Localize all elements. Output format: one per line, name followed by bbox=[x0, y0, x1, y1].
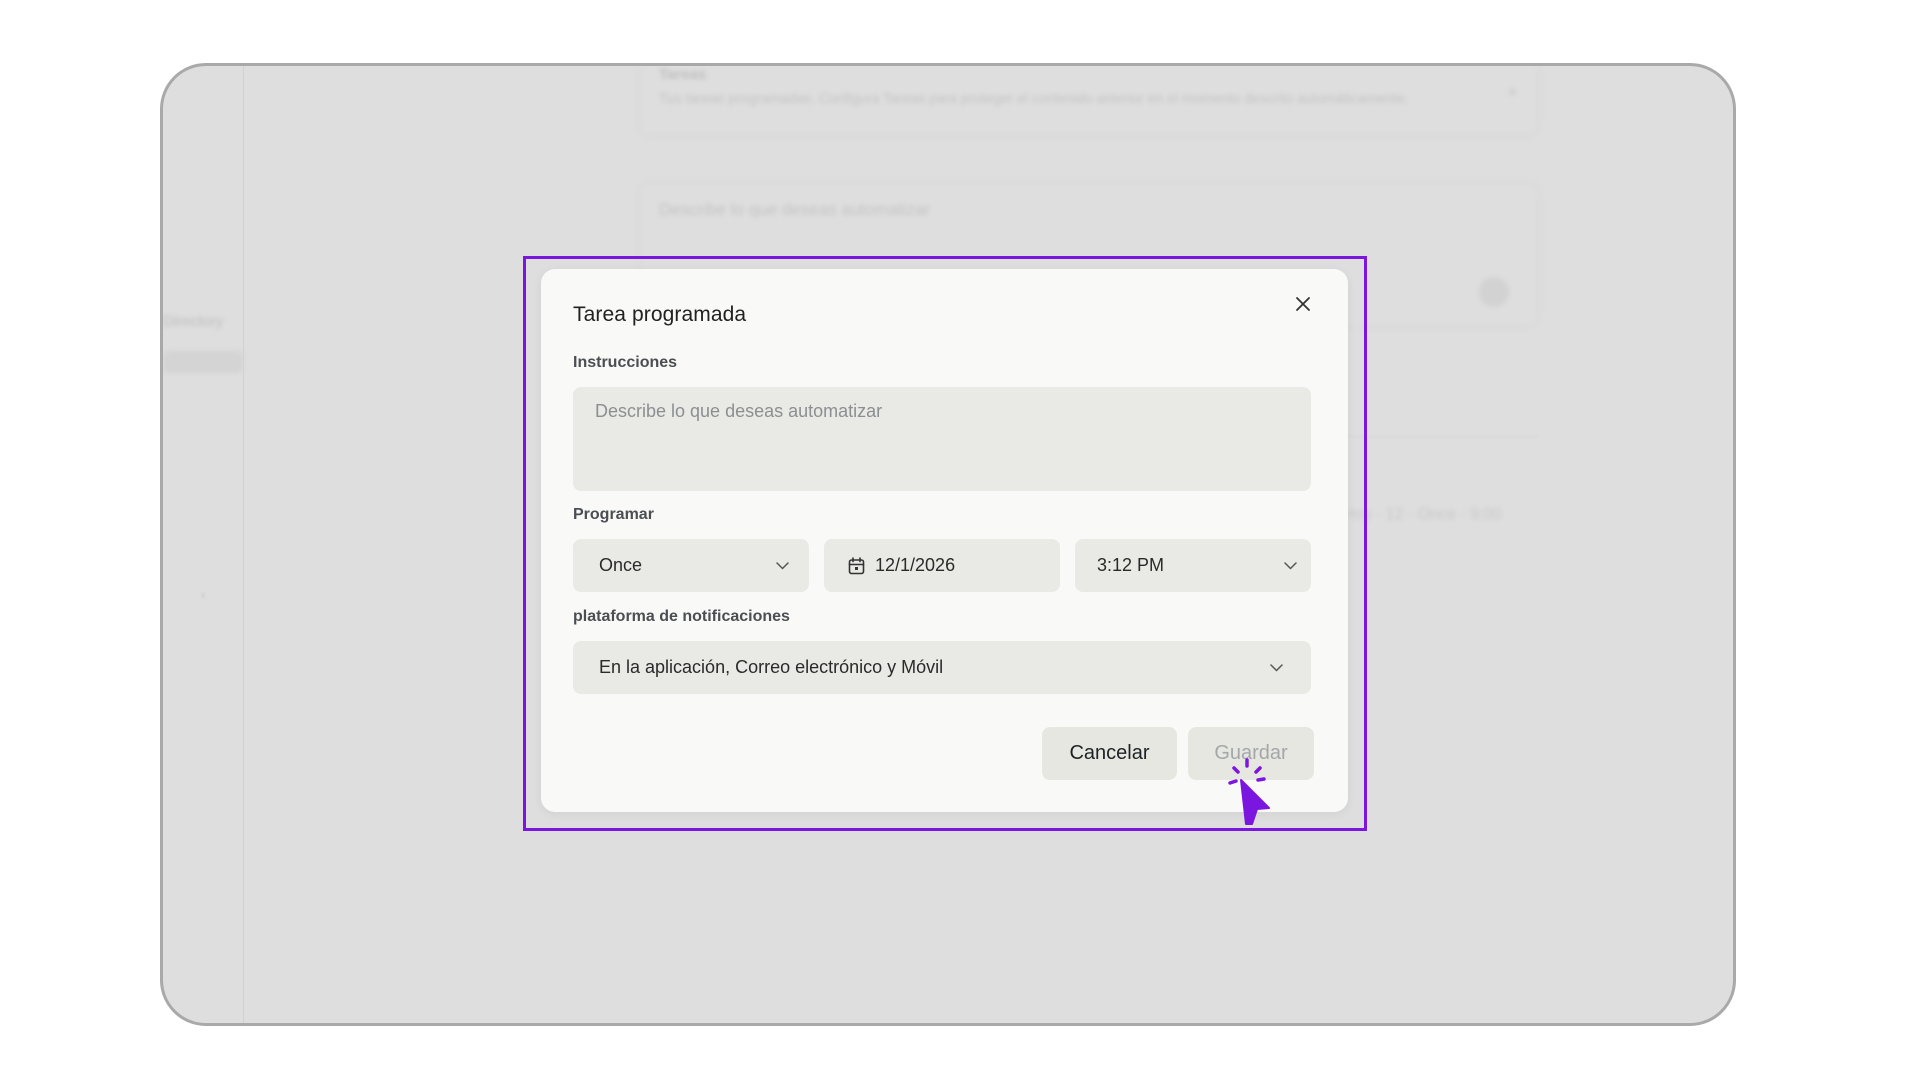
save-button[interactable]: Guardar bbox=[1188, 727, 1314, 780]
scheduled-task-dialog: Tarea programada Instrucciones Programar… bbox=[541, 269, 1348, 812]
background-prompt-placeholder: Describe lo que deseas automatizar bbox=[659, 200, 931, 219]
instructions-input[interactable] bbox=[573, 387, 1311, 491]
background-card-title: Tareas bbox=[659, 66, 707, 83]
instructions-label: Instrucciones bbox=[573, 354, 678, 371]
frequency-value: Once bbox=[599, 555, 643, 575]
schedule-label: Programar bbox=[573, 506, 654, 523]
dialog-title: Tarea programada bbox=[573, 303, 747, 326]
date-picker[interactable]: 12/1/2026 bbox=[824, 539, 1060, 592]
notifications-select[interactable]: En la aplicación, Correo electrónico y M… bbox=[573, 641, 1311, 694]
sidebar-label: Directory bbox=[163, 313, 224, 330]
calendar-icon bbox=[848, 556, 865, 575]
chevron-left-icon: ‹ bbox=[201, 586, 206, 602]
background-card: Tareas Tus tareas programadas. Configura… bbox=[638, 66, 1540, 137]
send-icon bbox=[1479, 277, 1509, 307]
cancel-button[interactable]: Cancelar bbox=[1042, 727, 1177, 780]
close-button[interactable] bbox=[1288, 289, 1318, 319]
frequency-select[interactable]: Once bbox=[573, 539, 809, 592]
notifications-label: plataforma de notificaciones bbox=[573, 608, 790, 625]
close-icon: × bbox=[1507, 84, 1517, 101]
background-card-description: Tus tareas programadas. Configura Tareas… bbox=[659, 90, 1409, 106]
chevron-down-icon bbox=[1270, 663, 1283, 672]
notifications-value: En la aplicación, Correo electrónico y M… bbox=[599, 657, 944, 677]
time-select[interactable]: 3:12 PM bbox=[1075, 539, 1311, 592]
time-value: 3:12 PM bbox=[1097, 555, 1165, 575]
chevron-down-icon bbox=[1284, 561, 1297, 570]
chevron-down-icon bbox=[776, 561, 789, 570]
date-value: 12/1/2026 bbox=[875, 555, 956, 575]
sidebar-item bbox=[163, 351, 243, 373]
close-icon bbox=[1296, 297, 1310, 311]
sidebar-divider bbox=[243, 66, 244, 1023]
